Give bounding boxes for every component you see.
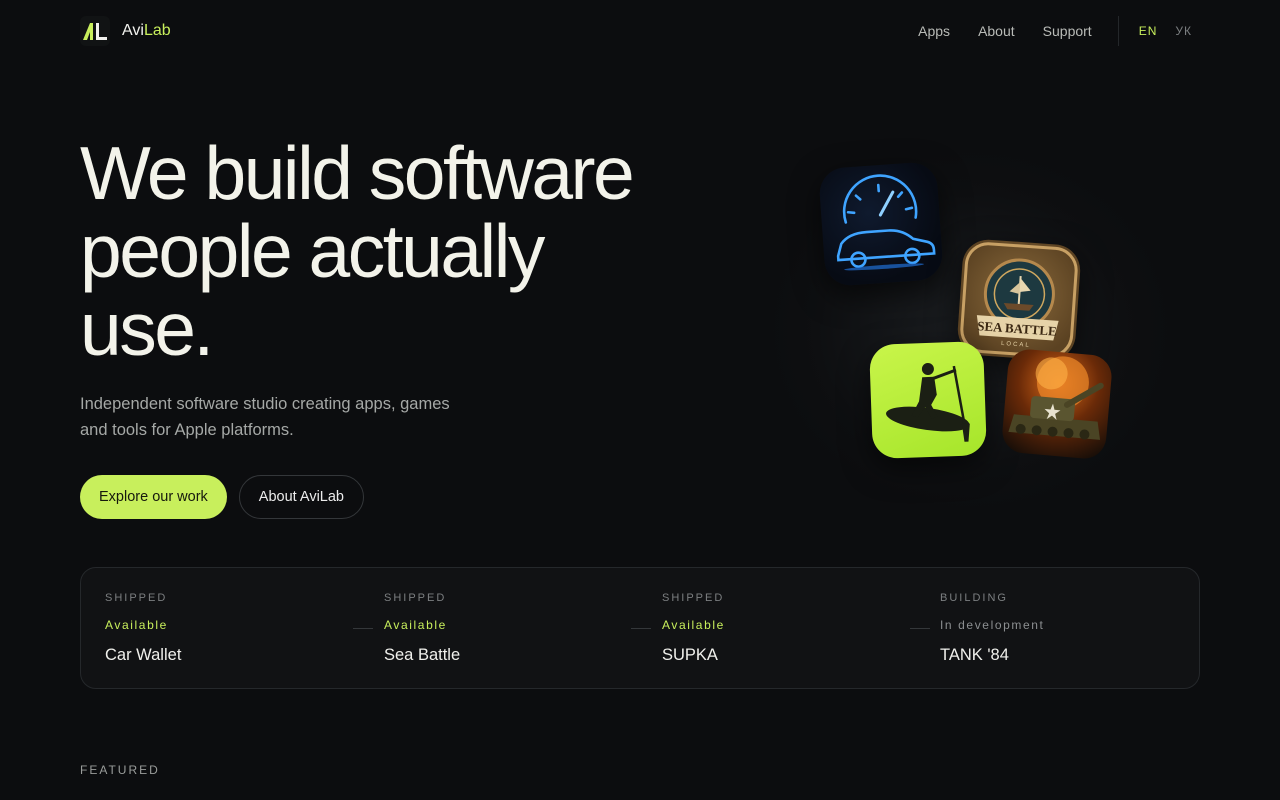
tank-84-icon [1000, 347, 1114, 461]
status-kind: SHIPPED [384, 592, 447, 604]
status-kind: BUILDING [940, 592, 1008, 604]
status-supka: SHIPPED Available SUPKA [662, 592, 912, 665]
hero-title: We build software people actually use. [80, 134, 700, 368]
status-divider [631, 628, 651, 629]
status-state: Available [384, 618, 447, 632]
car-wallet-icon [818, 161, 944, 287]
supka-icon [869, 341, 987, 459]
nav-apps[interactable]: Apps [918, 23, 950, 39]
status-kind: SHIPPED [662, 592, 725, 604]
sea-battle-icon: SEA BATTLE LOCAL [956, 238, 1082, 362]
status-divider [353, 628, 373, 629]
brand-home-link[interactable]: AviLab [80, 16, 171, 46]
brand-name: AviLab [122, 22, 171, 39]
nav-support[interactable]: Support [1043, 23, 1092, 39]
lang-uk[interactable]: УК [1175, 24, 1192, 38]
status-product-name: SUPKA [662, 646, 718, 664]
status-state: Available [105, 618, 168, 632]
status-car-wallet: SHIPPED Available Car Wallet [105, 592, 355, 665]
main-nav: Apps About Support EN УК [890, 14, 1192, 48]
status-state: In development [940, 618, 1045, 632]
status-kind: SHIPPED [105, 592, 168, 604]
hero-subtitle: Independent software studio creating app… [80, 395, 450, 439]
hero-title-line-3: use. [80, 287, 214, 371]
hero-title-line-1: We build software [80, 131, 635, 215]
status-product-name: TANK '84 [940, 646, 1009, 664]
status-sea-battle: SHIPPED Available Sea Battle [384, 592, 634, 665]
lang-en[interactable]: EN [1139, 24, 1158, 38]
product-status-card: SHIPPED Available Car Wallet SHIPPED Ava… [80, 567, 1200, 689]
site-header: AviLab Apps About Support EN УК [80, 14, 1192, 48]
al-logo-icon [80, 16, 110, 46]
explore-work-button[interactable]: Explore our work [80, 475, 227, 519]
nav-about[interactable]: About [978, 23, 1015, 39]
about-avilab-button[interactable]: About AviLab [238, 475, 364, 519]
status-tank-84: BUILDING In development TANK '84 [940, 592, 1190, 665]
nav-divider [1117, 16, 1119, 46]
status-divider [910, 628, 930, 629]
hero-title-line-2: people actually [80, 209, 545, 293]
hero-actions: Explore our work About AviLab [80, 475, 364, 519]
status-product-name: Car Wallet [105, 646, 182, 664]
featured-section-label: FEATURED [80, 763, 160, 777]
status-state: Available [662, 618, 725, 632]
status-product-name: Sea Battle [384, 646, 461, 664]
sea-battle-sublabel: LOCAL [1001, 341, 1031, 349]
